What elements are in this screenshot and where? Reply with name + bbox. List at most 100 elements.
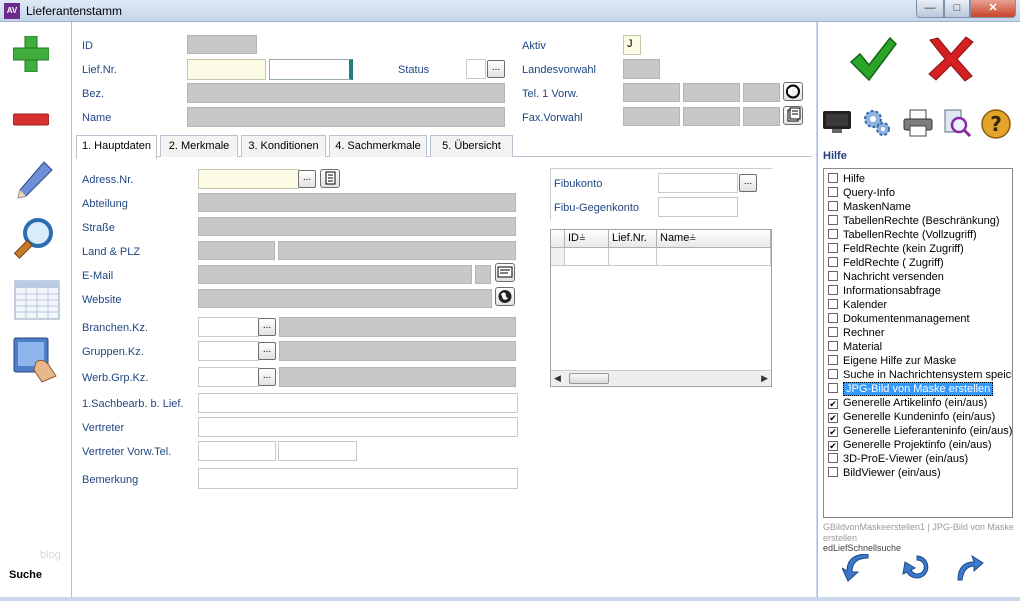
table-view-button[interactable] [14, 280, 60, 320]
scroll-left-icon[interactable]: ◀ [554, 373, 561, 384]
screen-button[interactable] [822, 110, 852, 134]
help-option-item[interactable]: Dokumentenmanagement [828, 313, 970, 327]
fax-durchwahl-field[interactable] [743, 107, 780, 126]
help-option-item[interactable]: TabellenRechte (Beschränkung) [828, 215, 1000, 229]
undo-button[interactable] [840, 553, 872, 582]
help-option-item[interactable]: Informationsabfrage [828, 285, 941, 299]
lief-nr-quicksearch-field[interactable] [269, 59, 353, 80]
vertreter-field[interactable] [198, 417, 518, 437]
help-option-item[interactable]: FeldRechte ( Zugriff) [828, 257, 944, 271]
screen-touch-button[interactable] [12, 336, 60, 384]
close-window-button[interactable]: ✕ [970, 0, 1016, 18]
checkbox-icon[interactable] [828, 271, 838, 281]
refresh-button[interactable] [902, 552, 932, 584]
checkbox-icon[interactable] [828, 313, 838, 323]
send-email-button[interactable] [495, 263, 515, 282]
help-options-list[interactable]: Hilfe Query-Info MaskenName TabellenRechte … [823, 168, 1013, 518]
fibu-gegenkonto-field[interactable] [658, 197, 738, 217]
adress-nr-lookup-button[interactable]: ... [298, 170, 316, 188]
email-field[interactable] [198, 265, 472, 284]
adress-nr-field[interactable] [198, 169, 299, 189]
checkbox-icon[interactable] [828, 187, 838, 197]
help-option-item[interactable]: Suche in Nachrichtensystem speicl [828, 369, 1012, 383]
bemerkung-field[interactable] [198, 468, 518, 489]
checkbox-icon[interactable] [828, 173, 838, 183]
lief-nr-field[interactable] [187, 59, 266, 80]
help-option-item[interactable]: TabellenRechte (Vollzugriff) [828, 229, 977, 243]
bez-field[interactable] [187, 83, 505, 103]
abteilung-field[interactable] [198, 193, 516, 212]
tab-uebersicht[interactable]: 5. Übersicht [430, 135, 513, 157]
checkbox-icon[interactable] [828, 355, 838, 365]
vertreter-vorwahl-field[interactable] [198, 441, 276, 461]
checkbox-icon[interactable] [828, 383, 838, 393]
grid-cell[interactable] [609, 248, 657, 266]
help-option-item[interactable]: ✔ Generelle Artikelinfo (ein/aus) [828, 397, 987, 411]
grid-cell[interactable] [565, 248, 609, 266]
checkbox-icon[interactable] [828, 257, 838, 267]
help-option-item[interactable]: BildViewer (ein/aus) [828, 467, 941, 481]
checkbox-icon[interactable] [828, 341, 838, 351]
help-option-item[interactable]: ✔ Generelle Lieferanteninfo (ein/aus) [828, 425, 1012, 439]
adress-open-button[interactable] [320, 169, 340, 188]
grid-cell[interactable] [657, 248, 771, 266]
checkbox-icon[interactable] [828, 285, 838, 295]
maximize-button[interactable]: □ [944, 0, 970, 18]
help-option-item[interactable]: MaskenName [828, 201, 911, 215]
grid-col-id[interactable]: ID≟ [565, 230, 609, 248]
help-option-item[interactable]: Material [828, 341, 882, 355]
landesvorwahl-field[interactable] [623, 59, 660, 79]
help-option-item[interactable]: Rechner [828, 327, 885, 341]
checkbox-checked-icon[interactable]: ✔ [828, 441, 838, 451]
tel1-nummer-field[interactable] [683, 83, 740, 102]
checkbox-checked-icon[interactable]: ✔ [828, 399, 838, 409]
status-lookup-button[interactable]: ... [487, 60, 505, 78]
checkbox-checked-icon[interactable]: ✔ [828, 413, 838, 423]
scroll-right-icon[interactable]: ▶ [761, 373, 768, 384]
fibukonto-lookup-button[interactable]: ... [739, 174, 757, 192]
edit-button[interactable] [14, 160, 54, 204]
checkbox-icon[interactable] [828, 327, 838, 337]
branchen-code-field[interactable] [198, 317, 259, 337]
help-option-item[interactable]: JPG-Bild von Maske erstellen [828, 382, 994, 397]
aktiv-field[interactable]: J [623, 35, 641, 55]
website-field[interactable] [198, 289, 492, 308]
open-website-button[interactable] [495, 287, 515, 306]
tab-konditionen[interactable]: 3. Konditionen [241, 135, 326, 157]
branchen-lookup-button[interactable]: ... [258, 318, 276, 336]
print-button[interactable] [902, 108, 934, 138]
settings-button[interactable] [862, 108, 892, 138]
tel1-durchwahl-field[interactable] [743, 83, 780, 102]
fax-button[interactable] [783, 106, 803, 125]
help-option-item[interactable]: FeldRechte (kein Zugriff) [828, 243, 964, 257]
help-option-item[interactable]: Hilfe [828, 173, 865, 187]
checkbox-icon[interactable] [828, 467, 838, 477]
supplier-grid[interactable]: ID≟ Lief.Nr. Name≟ ◀ ▶ [550, 229, 772, 387]
vertreter-tel-field[interactable] [278, 441, 357, 461]
cancel-button[interactable] [926, 36, 976, 82]
checkbox-icon[interactable] [828, 369, 838, 379]
email-extra-field[interactable] [475, 265, 491, 284]
redo-button[interactable] [956, 554, 984, 582]
werb-text-field[interactable] [279, 367, 516, 387]
branchen-text-field[interactable] [279, 317, 516, 337]
help-button[interactable]: ? [980, 108, 1012, 140]
add-button[interactable] [12, 35, 50, 73]
werb-code-field[interactable] [198, 367, 259, 387]
help-option-item[interactable]: Eigene Hilfe zur Maske [828, 355, 956, 369]
phone-dial-button[interactable] [783, 82, 803, 101]
search-button[interactable] [12, 216, 58, 262]
help-option-item[interactable]: Query-Info [828, 187, 895, 201]
grid-col-lief-nr[interactable]: Lief.Nr. [609, 230, 657, 248]
checkbox-checked-icon[interactable]: ✔ [828, 427, 838, 437]
tab-hauptdaten[interactable]: 1. Hauptdaten [76, 135, 157, 159]
delete-button[interactable] [12, 112, 50, 126]
gruppen-lookup-button[interactable]: ... [258, 342, 276, 360]
name-field[interactable] [187, 107, 505, 127]
fax-vorwahl-field[interactable] [623, 107, 680, 126]
tab-sachmerkmale[interactable]: 4. Sachmerkmale [329, 135, 427, 157]
status-field[interactable] [466, 59, 486, 79]
gruppen-code-field[interactable] [198, 341, 259, 361]
ok-button[interactable] [848, 34, 898, 84]
gruppen-text-field[interactable] [279, 341, 516, 361]
